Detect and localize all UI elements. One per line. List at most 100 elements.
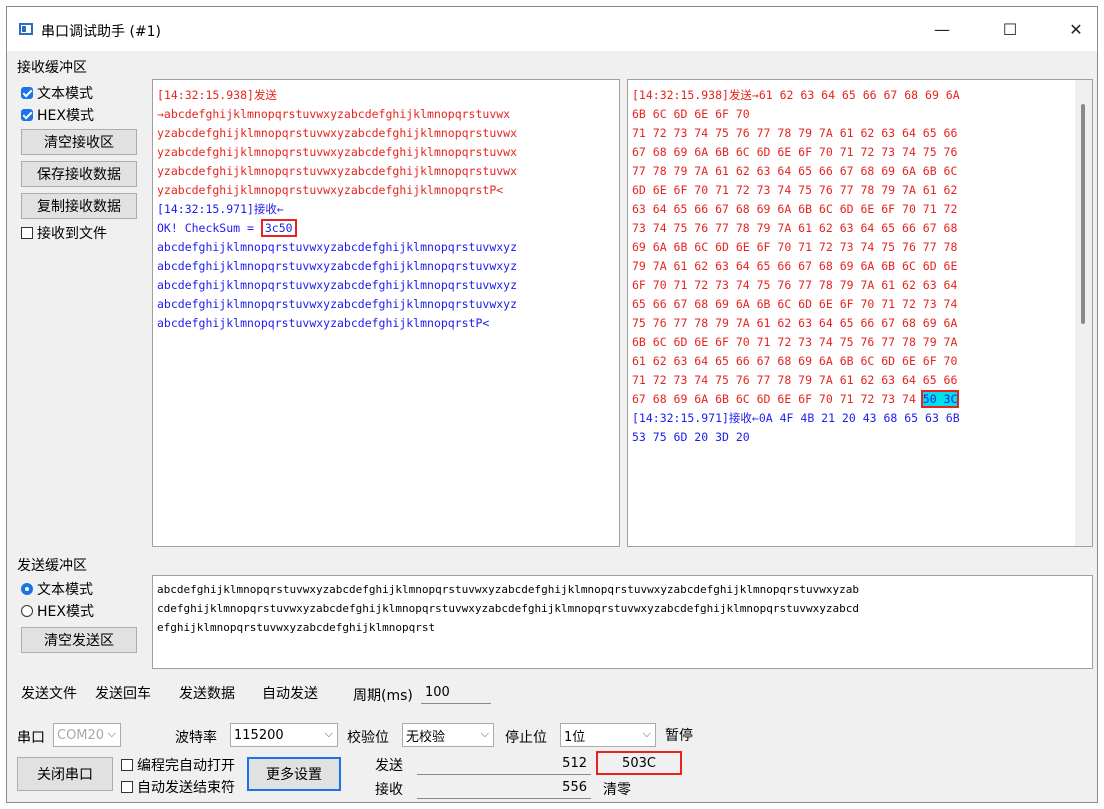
send-hex-mode-radio[interactable]: HEX模式 [21,601,94,621]
baud-label: 波特率 [175,730,217,746]
auto-open-label: 编程完自动打开 [137,758,235,774]
send-enter-button[interactable]: 发送回车 [91,681,155,705]
send-content-line: abcdefghijklmnopqrstuvwxyzabcdefghijklmn… [157,583,859,596]
parity-select[interactable]: 无校验 ⌵ [402,723,494,747]
auto-send-button[interactable]: 自动发送 [258,681,322,705]
hex-recv-line: 53 75 6D 20 3D 20 [632,430,750,444]
hex-last-prefix: 67 68 69 6A 6B 6C 6D 6E 6F 70 71 72 73 7… [632,392,923,406]
send-text-mode-label: 文本模式 [37,582,93,598]
recv-text-line: abcdefghijklmnopqrstuvwxyzabcdefghijklmn… [157,316,490,330]
receive-to-file-checkbox[interactable]: 接收到文件 [21,223,107,243]
parity-label: 校验位 [347,730,389,746]
checksum-result: 503C [622,755,656,771]
hex-sent-line: 69 6A 6B 6C 6D 6E 6F 70 71 72 73 74 75 7… [632,240,958,254]
send-text-mode-radio[interactable]: 文本模式 [21,579,93,599]
hex-sent-line: 6F 70 71 72 73 74 75 76 77 78 79 7A 61 6… [632,278,958,292]
recv-text-line: abcdefghijklmnopqrstuvwxyzabcdefghijklmn… [157,259,518,273]
clear-count-button[interactable]: 清零 [599,777,635,801]
window-title: 串口调试助手 (#1) [41,24,162,40]
sent-text-line: yzabcdefghijklmnopqrstuvwxyzabcdefghijkl… [157,145,518,159]
recv-header: [14:32:15.971]接收← [157,202,284,216]
title-bar: 串口调试助手 (#1) — ☐ ✕ [7,7,1097,51]
hex-sent-line: 61 62 63 64 65 66 67 68 69 6A 6B 6C 6D 6… [632,354,958,368]
receive-text-mode-checkbox[interactable]: 文本模式 [21,83,93,103]
port-value: COM20 [57,727,105,743]
send-data-button[interactable]: 发送数据 [175,681,239,705]
chevron-down-icon: ⌵ [480,727,489,740]
baud-select[interactable]: 115200 ⌵ [230,723,338,747]
checksum-prefix: OK! CheckSum = [157,221,261,235]
send-count-value: 512 [417,753,591,775]
period-label: 周期(ms) [353,688,413,704]
send-input-area[interactable]: abcdefghijklmnopqrstuvwxyzabcdefghijklmn… [152,575,1093,669]
hex-sent-line: 6B 6C 6D 6E 6F 70 71 72 73 74 75 76 77 7… [632,335,958,349]
hex-last-line: 67 68 69 6A 6B 6C 6D 6E 6F 70 71 72 73 7… [628,390,1075,409]
hex-sent-line: 65 66 67 68 69 6A 6B 6C 6D 6E 6F 70 71 7… [632,297,958,311]
stop-bits-value: 1位 [564,729,586,745]
send-buffer-label: 发送缓冲区 [17,558,87,574]
receive-text-mode-label: 文本模式 [37,86,93,102]
more-settings-button[interactable]: 更多设置 [247,757,341,791]
clear-send-button[interactable]: 清空发送区 [21,627,137,653]
recv-text-line: abcdefghijklmnopqrstuvwxyzabcdefghijklmn… [157,297,518,311]
auto-open-checkbox[interactable]: 编程完自动打开 [121,755,235,775]
checkbox-checked-icon [21,87,33,99]
hex-sent-line: 77 78 79 7A 61 62 63 64 65 66 67 68 69 6… [632,164,958,178]
port-label: 串口 [17,730,45,746]
save-receive-data-button[interactable]: 保存接收数据 [21,161,137,187]
scrollbar-thumb[interactable] [1081,104,1085,324]
recv-count-label: 接收 [375,782,403,798]
checksum-line: OK! CheckSum = 3c50 [153,219,619,238]
close-button[interactable]: ✕ [1053,7,1097,51]
hex-sent-line: 6D 6E 6F 70 71 72 73 74 75 76 77 78 79 7… [632,183,958,197]
hex-checksum-highlight: 50 3C [920,390,960,408]
recv-count-value: 556 [417,777,591,799]
sent-text-line: yzabcdefghijklmnopqrstuvwxyzabcdefghijkl… [157,183,504,197]
stop-bits-select[interactable]: 1位 ⌵ [560,723,656,747]
app-icon [19,23,33,35]
minimize-button[interactable]: — [919,7,965,51]
receive-to-file-label: 接收到文件 [37,226,107,242]
main-window: 串口调试助手 (#1) — ☐ ✕ 接收缓冲区 文本模式 HEX模式 清空接收区… [6,6,1098,803]
send-count-label: 发送 [375,758,403,774]
pause-button[interactable]: 暂停 [661,723,697,747]
clear-receive-button[interactable]: 清空接收区 [21,129,137,155]
hex-sent-header: [14:32:15.938]发送→61 62 63 64 65 66 67 68… [632,88,960,102]
hex-sent-line: 67 68 69 6A 6B 6C 6D 6E 6F 70 71 72 73 7… [632,145,958,159]
period-input[interactable]: 100 [421,682,491,704]
close-port-button[interactable]: 关闭串口 [17,757,113,791]
sent-text-line: yzabcdefghijklmnopqrstuvwxyzabcdefghijkl… [157,126,518,140]
hex-recv-header: [14:32:15.971]接收←0A 4F 4B 21 20 43 68 65… [632,411,960,425]
receive-hex-panel[interactable]: [14:32:15.938]发送→61 62 63 64 65 66 67 68… [627,79,1093,547]
send-hex-mode-label: HEX模式 [37,604,94,620]
port-select[interactable]: COM20 ⌵ [53,723,121,747]
checksum-value: 3c50 [260,219,297,237]
hex-sent-line: 6B 6C 6D 6E 6F 70 [632,107,750,121]
parity-value: 无校验 [406,729,446,745]
checkbox-unchecked-icon [121,759,133,771]
checkbox-unchecked-icon [21,227,33,239]
recv-text-line: abcdefghijklmnopqrstuvwxyzabcdefghijklmn… [157,240,518,254]
hex-sent-line: 63 64 65 66 67 68 69 6A 6B 6C 6D 6E 6F 7… [632,202,958,216]
vertical-scrollbar[interactable] [1075,80,1092,546]
receive-hex-mode-checkbox[interactable]: HEX模式 [21,105,94,125]
send-content-line: cdefghijklmnopqrstuvwxyzabcdefghijklmnop… [157,602,859,615]
receive-buffer-label: 接收缓冲区 [17,60,87,76]
copy-receive-data-button[interactable]: 复制接收数据 [21,193,137,219]
receive-text-panel[interactable]: [14:32:15.938]发送 →abcdefghijklmnopqrstuv… [152,79,620,547]
send-file-button[interactable]: 发送文件 [17,681,81,705]
checkbox-unchecked-icon [121,781,133,793]
chevron-down-icon: ⌵ [324,727,333,740]
sent-header: [14:32:15.938]发送 [157,88,277,102]
hex-sent-line: 71 72 73 74 75 76 77 78 79 7A 61 62 63 6… [632,126,958,140]
auto-send-end-checkbox[interactable]: 自动发送结束符 [121,777,235,797]
receive-hex-mode-label: HEX模式 [37,108,94,124]
radio-selected-icon [21,583,33,595]
hex-sent-line: 75 76 77 78 79 7A 61 62 63 64 65 66 67 6… [632,316,958,330]
chevron-down-icon: ⌵ [107,727,116,740]
sent-text-line: yzabcdefghijklmnopqrstuvwxyzabcdefghijkl… [157,164,518,178]
baud-value: 115200 [234,727,284,743]
maximize-button[interactable]: ☐ [987,7,1033,51]
checkbox-checked-icon [21,109,33,121]
hex-sent-line: 73 74 75 76 77 78 79 7A 61 62 63 64 65 6… [632,221,958,235]
